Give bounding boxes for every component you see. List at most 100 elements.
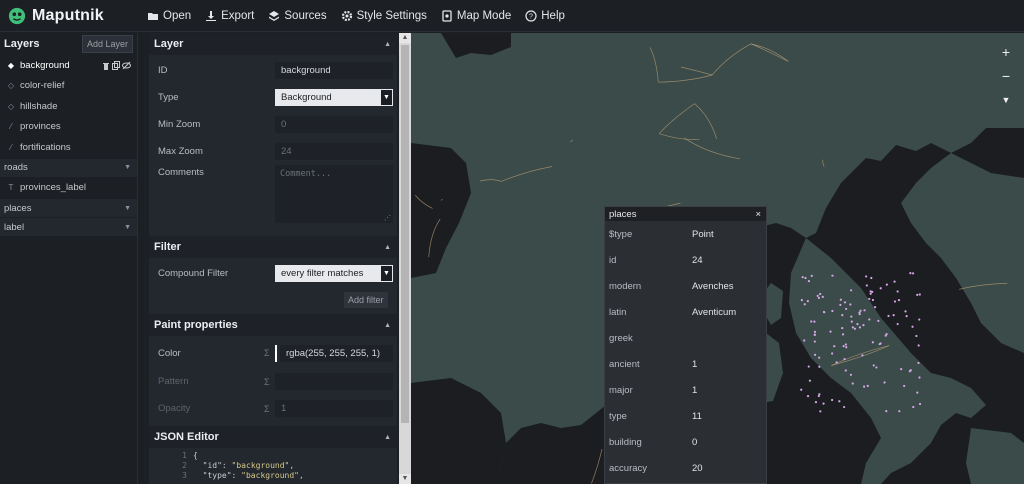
editor-scrollbar[interactable]: ▲ ▼ bbox=[399, 33, 411, 484]
place-dot bbox=[871, 298, 875, 302]
close-icon[interactable]: × bbox=[755, 209, 761, 220]
eye-off-icon[interactable] bbox=[122, 61, 131, 70]
place-dot bbox=[843, 405, 846, 409]
color-input[interactable]: rgba(255, 255, 255, 1) bbox=[280, 344, 393, 362]
brand[interactable]: Maputnik bbox=[0, 0, 140, 32]
filter-section-header[interactable]: Filter ▲ bbox=[149, 236, 397, 258]
place-dot bbox=[916, 293, 919, 296]
trash-icon[interactable] bbox=[102, 61, 110, 70]
popup-row: type 11 bbox=[605, 403, 766, 429]
property-key: type bbox=[609, 410, 627, 422]
property-value: Point bbox=[692, 228, 714, 240]
code-line: 1{ bbox=[182, 451, 198, 460]
minzoom-input[interactable]: 0 bbox=[275, 116, 393, 133]
place-dot bbox=[803, 339, 806, 342]
add-filter-button[interactable]: Add filter bbox=[344, 292, 388, 308]
pattern-input[interactable] bbox=[275, 373, 393, 390]
layer-item-provinces[interactable]: ⁄ provinces bbox=[0, 117, 137, 138]
section-title: JSON Editor bbox=[154, 431, 219, 443]
place-dot bbox=[813, 340, 816, 343]
resize-grip-icon[interactable]: ⋰ bbox=[384, 214, 391, 222]
section-title: Filter bbox=[154, 241, 181, 253]
place-dot bbox=[905, 315, 908, 318]
id-label: ID bbox=[158, 65, 168, 76]
comments-textarea[interactable]: Comment... ⋰ bbox=[275, 165, 393, 223]
color-swatch[interactable] bbox=[275, 344, 277, 362]
place-dot bbox=[865, 275, 868, 278]
layer-group-label[interactable]: label ▼ bbox=[0, 218, 137, 236]
layer-list-header: Layers Add Layer bbox=[0, 33, 137, 55]
property-value: 24 bbox=[692, 254, 703, 266]
place-dot bbox=[918, 293, 921, 296]
layer-section-header[interactable]: Layer ▲ bbox=[149, 33, 397, 55]
place-dot bbox=[800, 388, 803, 391]
scroll-up-icon[interactable]: ▲ bbox=[399, 33, 411, 43]
property-value: Avenches bbox=[692, 280, 734, 292]
place-dot bbox=[818, 356, 821, 359]
sigma-icon[interactable]: Σ bbox=[264, 404, 275, 414]
id-input[interactable]: background bbox=[275, 62, 393, 79]
compass-icon[interactable]: ▼ bbox=[1002, 91, 1011, 109]
place-dot bbox=[817, 394, 820, 398]
place-dot bbox=[851, 382, 854, 385]
layers-icon bbox=[269, 10, 280, 21]
color-row: Color Σ rgba(255, 255, 255, 1) bbox=[149, 338, 397, 368]
help-button[interactable]: ? Help bbox=[518, 0, 572, 32]
property-key: latin bbox=[609, 306, 627, 318]
layer-item-label: provinces bbox=[20, 121, 61, 133]
style-settings-button[interactable]: Style Settings bbox=[334, 0, 434, 32]
property-key: ancient bbox=[609, 358, 640, 370]
collapse-icon[interactable]: ▲ bbox=[384, 322, 391, 329]
opacity-label: Opacity bbox=[158, 403, 191, 414]
layer-item-background[interactable]: ◆ background bbox=[0, 55, 137, 76]
place-dot bbox=[872, 364, 875, 367]
scroll-thumb[interactable] bbox=[401, 45, 409, 423]
place-dot bbox=[839, 298, 842, 301]
place-dot bbox=[818, 365, 821, 368]
place-dot bbox=[841, 326, 844, 330]
layer-item-label: hillshade bbox=[20, 100, 58, 112]
zoom-out-button[interactable]: − bbox=[1002, 67, 1010, 85]
help-label: Help bbox=[541, 9, 565, 22]
place-dot bbox=[843, 357, 846, 361]
open-button[interactable]: Open bbox=[140, 0, 198, 32]
line-icon: ⁄ bbox=[10, 142, 12, 152]
place-dot bbox=[844, 343, 848, 346]
scroll-down-icon[interactable]: ▼ bbox=[399, 474, 411, 484]
place-dot bbox=[918, 318, 921, 321]
place-dot bbox=[807, 365, 810, 368]
maxzoom-input[interactable]: 24 bbox=[275, 143, 393, 160]
place-dot bbox=[821, 295, 824, 298]
zoom-in-button[interactable]: + bbox=[1002, 43, 1010, 61]
json-editor-section-header[interactable]: JSON Editor ▲ bbox=[149, 426, 397, 448]
layer-editor-panel: Layer ▲ ID background Type Background ▼ … bbox=[149, 33, 397, 484]
compound-filter-select[interactable]: every filter matches ▼ bbox=[275, 264, 393, 282]
place-dot bbox=[916, 391, 919, 394]
map-mode-button[interactable]: Map Mode bbox=[434, 0, 518, 32]
property-key: id bbox=[609, 254, 617, 266]
collapse-icon[interactable]: ▲ bbox=[384, 434, 391, 441]
layers-title: Layers bbox=[4, 38, 40, 50]
layer-item-color-relief[interactable]: ◇ color-relief bbox=[0, 76, 137, 97]
paint-section-header[interactable]: Paint properties ▲ bbox=[149, 314, 397, 336]
add-layer-button[interactable]: Add Layer bbox=[81, 35, 133, 53]
place-dot bbox=[904, 310, 907, 313]
sources-button[interactable]: Sources bbox=[261, 0, 333, 32]
place-dot bbox=[863, 309, 866, 312]
layer-item-hillshade[interactable]: ◇ hillshade bbox=[0, 96, 137, 117]
place-dot bbox=[830, 398, 834, 402]
json-editor[interactable]: 1{ 2 "id": "background", 3 "type": "back… bbox=[149, 448, 397, 481]
layer-group-roads[interactable]: roads ▼ bbox=[0, 158, 137, 177]
layer-item-provinces-label[interactable]: T provinces_label bbox=[0, 178, 137, 199]
type-select[interactable]: Background ▼ bbox=[275, 89, 393, 106]
layer-group-places[interactable]: places ▼ bbox=[0, 199, 137, 217]
sigma-icon[interactable]: Σ bbox=[264, 348, 275, 358]
sigma-icon[interactable]: Σ bbox=[264, 377, 275, 387]
collapse-icon[interactable]: ▲ bbox=[384, 244, 391, 251]
layer-item-fortifications[interactable]: ⁄ fortifications bbox=[0, 137, 137, 158]
opacity-input[interactable]: 1 bbox=[275, 400, 393, 417]
copy-icon[interactable] bbox=[112, 60, 120, 70]
type-select-value: Background bbox=[281, 92, 332, 103]
export-button[interactable]: Export bbox=[198, 0, 261, 32]
collapse-icon[interactable]: ▲ bbox=[384, 41, 391, 48]
